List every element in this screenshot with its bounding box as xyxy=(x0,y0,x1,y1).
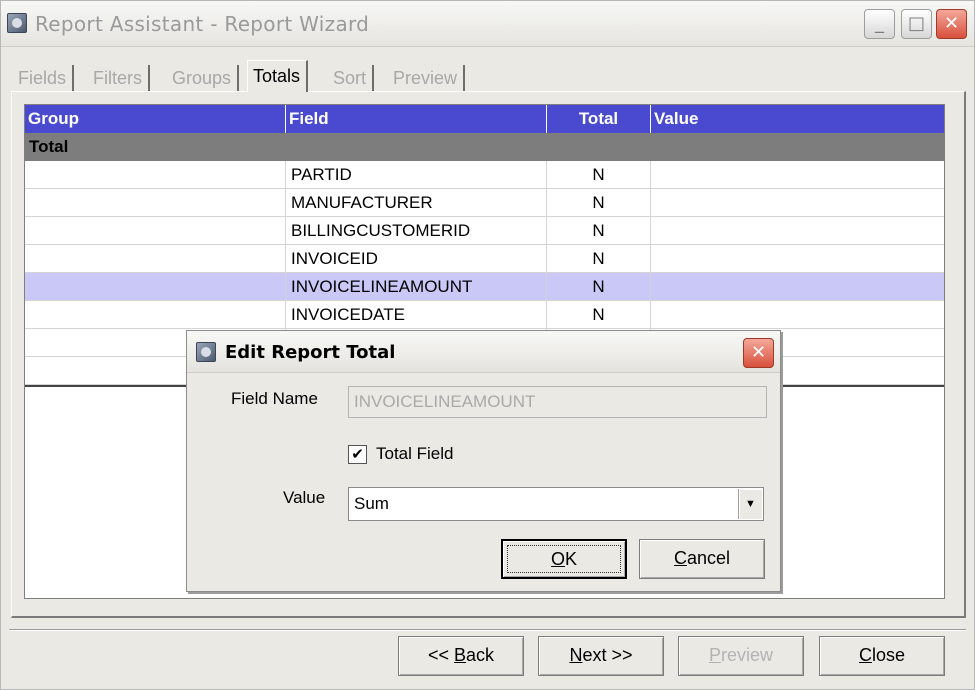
preview-button[interactable]: Preview xyxy=(678,636,804,676)
tab-sort[interactable]: Sort xyxy=(328,65,375,91)
group-cell xyxy=(25,217,286,245)
total-cell: N xyxy=(547,161,651,189)
column-header-field[interactable]: Field xyxy=(286,105,547,133)
field-cell: INVOICELINEAMOUNT xyxy=(286,273,547,301)
field-cell: INVOICEID xyxy=(286,245,547,273)
group-cell xyxy=(25,245,286,273)
column-header-total[interactable]: Total xyxy=(547,105,651,133)
total-cell: N xyxy=(547,245,651,273)
close-button-label: lose xyxy=(871,645,906,665)
preview-button-mnemonic: P xyxy=(708,645,721,665)
ok-button[interactable]: OK xyxy=(501,539,627,579)
column-header-group[interactable]: Group xyxy=(25,105,286,133)
back-button-mnemonic: B xyxy=(454,645,467,665)
next-button-mnemonic: N xyxy=(569,645,583,665)
back-button[interactable]: << Back xyxy=(398,636,524,676)
field-cell: BILLINGCUSTOMERID xyxy=(286,217,547,245)
next-button[interactable]: Next >> xyxy=(538,636,664,676)
value-label: Value xyxy=(283,488,326,507)
table-row-selected[interactable]: INVOICELINEAMOUNT N xyxy=(25,273,944,301)
cancel-button-mnemonic: C xyxy=(673,548,687,568)
tab-fields[interactable]: Fields xyxy=(13,65,75,91)
back-button-prefix: << xyxy=(427,645,454,665)
preview-button-label: review xyxy=(721,645,774,665)
tab-preview[interactable]: Preview xyxy=(388,65,466,91)
dialog-title: Edit Report Total xyxy=(225,342,396,363)
window-title: Report Assistant - Report Wizard xyxy=(35,12,370,36)
value-select[interactable]: Sum ▼ xyxy=(348,487,764,521)
title-bar: Report Assistant - Report Wizard _ □ ✕ xyxy=(1,1,974,47)
edit-report-total-dialog: Edit Report Total ✕ Field Name INVOICELI… xyxy=(186,330,781,592)
close-button-mnemonic: C xyxy=(858,645,872,665)
value-cell xyxy=(651,161,944,189)
table-row[interactable]: INVOICEDATE N xyxy=(25,301,944,329)
group-cell xyxy=(25,161,286,189)
value-cell xyxy=(651,273,944,301)
cancel-button-label: ancel xyxy=(686,548,731,568)
dialog-title-bar: Edit Report Total ✕ xyxy=(187,331,780,373)
value-cell xyxy=(651,189,944,217)
column-header-value[interactable]: Value xyxy=(651,105,944,133)
group-row-total[interactable]: Total xyxy=(25,133,944,161)
tab-filters[interactable]: Filters xyxy=(88,65,150,91)
report-wizard-window: Report Assistant - Report Wizard _ □ ✕ F… xyxy=(0,0,975,690)
total-cell: N xyxy=(547,217,651,245)
next-button-label: ext >> xyxy=(582,645,633,665)
total-cell: N xyxy=(547,301,651,329)
group-cell xyxy=(25,189,286,217)
total-field-checkbox[interactable]: ✔ xyxy=(348,445,367,464)
field-cell: PARTID xyxy=(286,161,547,189)
back-button-label: ack xyxy=(466,645,495,665)
field-name-input[interactable]: INVOICELINEAMOUNT xyxy=(348,386,767,418)
group-cell xyxy=(25,301,286,329)
value-select-text: Sum xyxy=(354,494,389,513)
table-row[interactable]: INVOICEID N xyxy=(25,245,944,273)
close-button[interactable]: Close xyxy=(819,636,945,676)
value-cell xyxy=(651,245,944,273)
value-cell xyxy=(651,217,944,245)
table-row[interactable]: BILLINGCUSTOMERID N xyxy=(25,217,944,245)
table-row[interactable]: PARTID N xyxy=(25,161,944,189)
focus-rect xyxy=(507,545,621,573)
cancel-button[interactable]: Cancel xyxy=(639,539,765,579)
total-cell: N xyxy=(547,273,651,301)
dialog-close-icon[interactable]: ✕ xyxy=(743,338,774,368)
maximize-button[interactable]: □ xyxy=(901,9,932,39)
chevron-down-icon[interactable]: ▼ xyxy=(738,489,762,519)
app-icon xyxy=(7,13,27,33)
close-window-button[interactable]: ✕ xyxy=(936,9,967,39)
minimize-button[interactable]: _ xyxy=(864,9,895,39)
footer-separator xyxy=(9,629,966,631)
dialog-app-icon xyxy=(196,342,216,362)
field-name-label: Field Name xyxy=(231,389,318,408)
tab-groups[interactable]: Groups xyxy=(167,65,240,91)
field-cell: MANUFACTURER xyxy=(286,189,547,217)
table-row[interactable]: MANUFACTURER N xyxy=(25,189,944,217)
group-cell xyxy=(25,273,286,301)
total-cell: N xyxy=(547,189,651,217)
tab-totals[interactable]: Totals xyxy=(247,60,309,92)
field-cell: INVOICEDATE xyxy=(286,301,547,329)
total-field-label[interactable]: Total Field xyxy=(376,444,453,464)
value-cell xyxy=(651,301,944,329)
